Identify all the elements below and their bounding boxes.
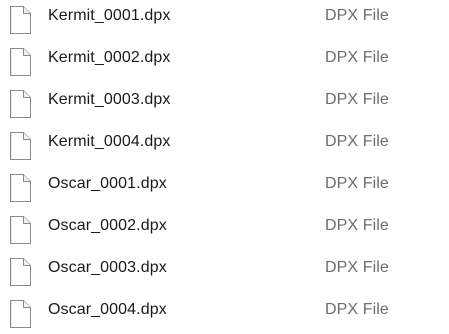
file-row[interactable]: Kermit_0004.dpx DPX File: [0, 126, 449, 162]
file-name: Kermit_0004.dpx: [48, 133, 171, 150]
blank-file-icon: [7, 5, 33, 35]
file-name: Oscar_0003.dpx: [48, 259, 167, 276]
file-type: DPX File: [325, 259, 389, 276]
file-row[interactable]: Kermit_0001.dpx DPX File: [0, 0, 449, 36]
blank-file-icon: [7, 173, 33, 203]
file-type: DPX File: [325, 301, 389, 318]
file-type: DPX File: [325, 217, 389, 234]
file-name: Kermit_0002.dpx: [48, 49, 171, 66]
file-row[interactable]: Kermit_0002.dpx DPX File: [0, 42, 449, 78]
file-type: DPX File: [325, 7, 389, 24]
file-list: Kermit_0001.dpx DPX File Kermit_0002.dpx…: [0, 0, 449, 334]
file-row[interactable]: Oscar_0002.dpx DPX File: [0, 210, 449, 246]
file-type: DPX File: [325, 91, 389, 108]
file-row[interactable]: Oscar_0004.dpx DPX File: [0, 294, 449, 330]
file-name: Kermit_0003.dpx: [48, 91, 171, 108]
blank-file-icon: [7, 257, 33, 287]
blank-file-icon: [7, 89, 33, 119]
file-name: Oscar_0002.dpx: [48, 217, 167, 234]
file-type: DPX File: [325, 175, 389, 192]
blank-file-icon: [7, 215, 33, 245]
file-name: Kermit_0001.dpx: [48, 7, 171, 24]
file-name: Oscar_0004.dpx: [48, 301, 167, 318]
file-type: DPX File: [325, 133, 389, 150]
file-type: DPX File: [325, 49, 389, 66]
file-row[interactable]: Oscar_0001.dpx DPX File: [0, 168, 449, 204]
blank-file-icon: [7, 47, 33, 77]
file-row[interactable]: Kermit_0003.dpx DPX File: [0, 84, 449, 120]
blank-file-icon: [7, 299, 33, 329]
file-name: Oscar_0001.dpx: [48, 175, 167, 192]
blank-file-icon: [7, 131, 33, 161]
file-row[interactable]: Oscar_0003.dpx DPX File: [0, 252, 449, 288]
